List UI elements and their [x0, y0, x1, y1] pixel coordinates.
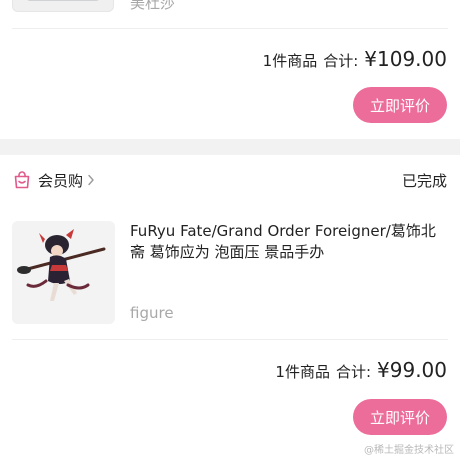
total-label: 合计: [335, 363, 372, 381]
previous-order-divider [12, 28, 448, 29]
previous-total-price: ¥109.00 [364, 47, 447, 71]
shopping-bag-icon [14, 171, 30, 189]
previous-total-label: 合计: [323, 52, 359, 70]
item-count: 1件商品 [275, 363, 330, 381]
figure-illustration [12, 221, 115, 324]
previous-item-count: 1件商品 [262, 52, 318, 70]
order-summary: 1件商品 合计: ¥99.00 [275, 358, 447, 382]
product-title[interactable]: FuRyu Fate/Grand Order Foreigner/葛饰北斋 葛饰… [130, 221, 448, 263]
product-spec: figure [130, 304, 174, 322]
previous-review-button[interactable]: 立即评价 [353, 87, 447, 123]
shop-name: 会员购 [38, 172, 84, 190]
shop-header[interactable]: 会员购 已完成 [0, 155, 460, 205]
previous-product-image-detail [27, 0, 99, 1]
total-price: ¥99.00 [377, 358, 447, 382]
previous-order-card: 美杜莎 1件商品 合计: ¥109.00 立即评价 [0, 0, 460, 139]
watermark: @稀土掘金技术社区 [364, 445, 454, 456]
order-divider [12, 339, 448, 340]
chevron-right-icon [88, 174, 94, 186]
order-status: 已完成 [401, 172, 447, 190]
previous-order-summary: 1件商品 合计: ¥109.00 [263, 47, 447, 71]
previous-product-thumbnail[interactable] [12, 0, 114, 12]
review-button[interactable]: 立即评价 [353, 399, 447, 435]
order-card: 会员购 已完成 FuRyu Fate/Grand Order Foreigner… [0, 155, 460, 460]
previous-product-spec: 美杜莎 [130, 0, 176, 12]
product-image[interactable] [12, 221, 115, 324]
